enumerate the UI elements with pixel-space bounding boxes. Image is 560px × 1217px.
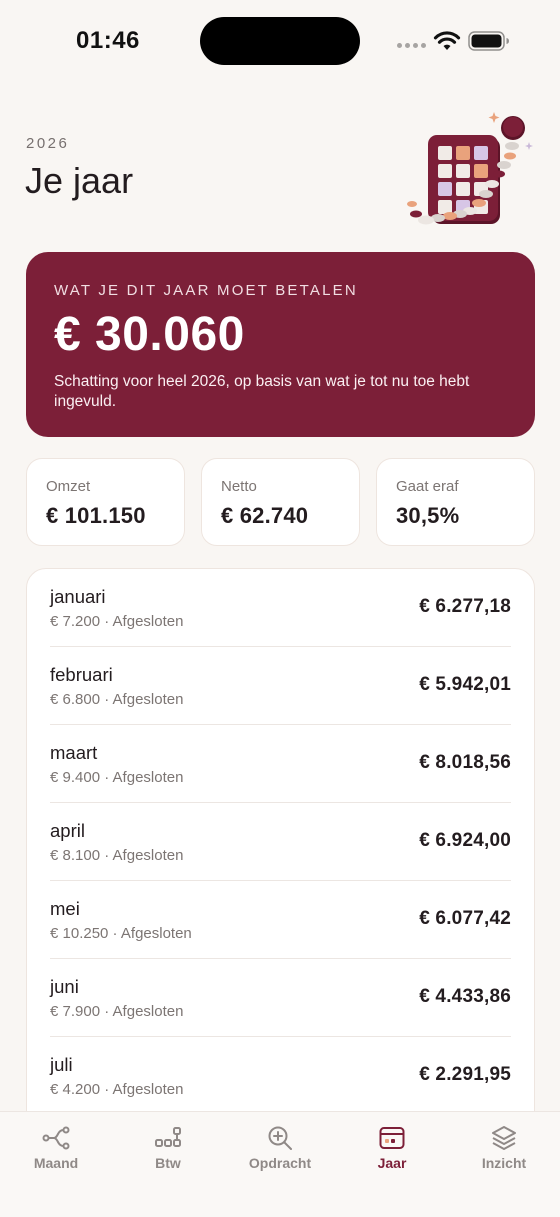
tab-jaar[interactable]: Jaar	[336, 1112, 448, 1217]
layers-icon	[492, 1126, 516, 1150]
month-name: mei	[50, 898, 80, 919]
month-meta: € 9.400 · Afgesloten	[50, 769, 184, 786]
calendar-coins-illustration	[407, 112, 533, 225]
month-meta: € 6.800 · Afgesloten	[50, 691, 184, 708]
month-amount: € 8.018,56	[419, 752, 511, 773]
month-list[interactable]: januari € 7.200 · Afgesloten € 6.277,18 …	[26, 568, 535, 1188]
year-label: 2026	[26, 135, 70, 152]
tab-inzicht[interactable]: Inzicht	[448, 1112, 560, 1217]
page-title: Je jaar	[25, 160, 134, 201]
month-name: maart	[50, 742, 98, 763]
month-amount: € 5.942,01	[419, 674, 511, 695]
status-bar: 01:46	[0, 0, 560, 84]
month-amount: € 6.277,18	[419, 596, 511, 617]
summary-amount: € 30.060	[54, 308, 245, 361]
stat-value: 30,5%	[396, 503, 460, 528]
month-row-juli[interactable]: juli € 4.200 · Afgesloten € 2.291,95	[50, 1037, 511, 1115]
stat-card-netto: Netto € 62.740	[201, 458, 360, 546]
month-row-april[interactable]: april € 8.100 · Afgesloten € 6.924,00	[50, 803, 511, 881]
stat-label: Gaat eraf	[396, 478, 459, 495]
month-name: juli	[50, 1054, 73, 1075]
calendar-card-icon	[379, 1127, 405, 1149]
tab-opdracht[interactable]: Opdracht	[224, 1112, 336, 1217]
tab-bar: Maand Btw Opdracht Jaar Inzicht	[0, 1111, 560, 1217]
tab-label: Btw	[155, 1155, 181, 1171]
month-meta: € 8.100 · Afgesloten	[50, 847, 184, 864]
month-meta: € 4.200 · Afgesloten	[50, 1081, 184, 1098]
stat-value: € 101.150	[46, 503, 146, 528]
stats-row: Omzet € 101.150 Netto € 62.740 Gaat eraf…	[26, 458, 535, 546]
battery-icon	[468, 31, 509, 51]
stat-value: € 62.740	[221, 503, 309, 528]
month-amount: € 6.077,42	[419, 908, 511, 929]
summary-note: Schatting voor heel 2026, op basis van w…	[54, 373, 470, 410]
wifi-icon	[433, 31, 461, 50]
stat-card-omzet: Omzet € 101.150	[26, 458, 185, 546]
month-name: januari	[50, 586, 106, 607]
tab-maand[interactable]: Maand	[0, 1112, 112, 1217]
month-meta: € 7.200 · Afgesloten	[50, 613, 184, 630]
month-amount: € 4.433,86	[419, 986, 511, 1007]
month-meta: € 7.900 · Afgesloten	[50, 1003, 184, 1020]
month-name: februari	[50, 664, 113, 685]
month-amount: € 6.924,00	[419, 830, 511, 851]
blocks-icon	[155, 1127, 181, 1147]
month-amount: € 2.291,95	[419, 1064, 511, 1085]
month-row-februari[interactable]: februari € 6.800 · Afgesloten € 5.942,01	[50, 647, 511, 725]
month-meta: € 10.250 · Afgesloten	[50, 925, 192, 942]
share-nodes-icon	[42, 1126, 70, 1150]
stat-card-gaat-eraf: Gaat eraf 30,5%	[376, 458, 535, 546]
zoom-in-icon	[268, 1126, 292, 1150]
stat-label: Netto	[221, 478, 257, 495]
month-name: april	[50, 820, 85, 841]
dynamic-island	[200, 17, 360, 65]
signal-icon	[397, 43, 426, 48]
month-name: juni	[50, 976, 79, 997]
status-time: 01:46	[76, 27, 140, 54]
month-row-januari[interactable]: januari € 7.200 · Afgesloten € 6.277,18	[50, 569, 511, 647]
month-row-maart[interactable]: maart € 9.400 · Afgesloten € 8.018,56	[50, 725, 511, 803]
summary-caption: WAT JE DIT JAAR MOET BETALEN	[54, 282, 358, 299]
stat-label: Omzet	[46, 478, 91, 495]
month-row-mei[interactable]: mei € 10.250 · Afgesloten € 6.077,42	[50, 881, 511, 959]
tab-label: Maand	[33, 1155, 79, 1171]
month-row-juni[interactable]: juni € 7.900 · Afgesloten € 4.433,86	[50, 959, 511, 1037]
tab-label: Opdracht	[248, 1155, 312, 1171]
tab-label: Inzicht	[481, 1155, 527, 1171]
tab-btw[interactable]: Btw	[112, 1112, 224, 1217]
yearly-tax-summary-card: WAT JE DIT JAAR MOET BETALEN € 30.060 Sc…	[26, 252, 535, 437]
tab-label: Jaar	[377, 1155, 407, 1171]
